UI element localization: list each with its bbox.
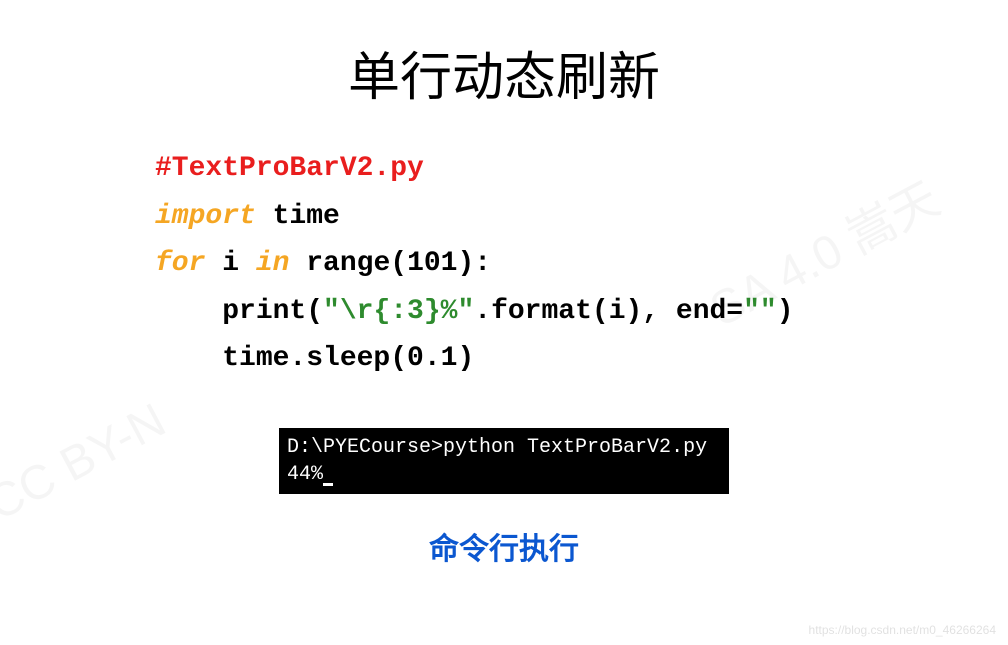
plain-text: i xyxy=(205,248,255,279)
code-line-print: print("\r{:3}%".format(i), end="") xyxy=(155,288,1008,336)
comment-text: #TextProBarV2.py xyxy=(155,153,424,184)
code-line-sleep: time.sleep(0.1) xyxy=(155,335,1008,383)
plain-text: ) xyxy=(777,296,794,327)
watermark-footer: https://blog.csdn.net/m0_46266264 xyxy=(809,623,996,637)
code-block: #TextProBarV2.py import time for i in ra… xyxy=(155,145,1008,383)
slide-subtitle: 命令行执行 xyxy=(0,524,1008,568)
code-line-comment: #TextProBarV2.py xyxy=(155,145,1008,193)
plain-text: range(101): xyxy=(289,248,491,279)
code-line-for: for i in range(101): xyxy=(155,240,1008,288)
watermark-text: CC BY-N xyxy=(0,393,175,532)
plain-text: time xyxy=(256,201,340,232)
cursor-icon xyxy=(323,483,333,486)
terminal-line-1: D:\PYECourse>python TextProBarV2.py xyxy=(287,434,721,461)
keyword-in: in xyxy=(256,248,290,279)
terminal-output: D:\PYECourse>python TextProBarV2.py 44% xyxy=(279,428,729,494)
plain-text: time.sleep(0.1) xyxy=(155,343,474,374)
plain-text: .format(i), end= xyxy=(474,296,743,327)
keyword-import: import xyxy=(155,201,256,232)
string-literal: "\r{:3}%" xyxy=(323,296,474,327)
string-literal: "" xyxy=(743,296,777,327)
slide-title: 单行动态刷新 xyxy=(0,35,1008,110)
plain-text: print( xyxy=(155,296,323,327)
keyword-for: for xyxy=(155,248,205,279)
code-line-import: import time xyxy=(155,193,1008,241)
terminal-progress: 44% xyxy=(287,463,323,486)
terminal-line-2: 44% xyxy=(287,461,721,488)
